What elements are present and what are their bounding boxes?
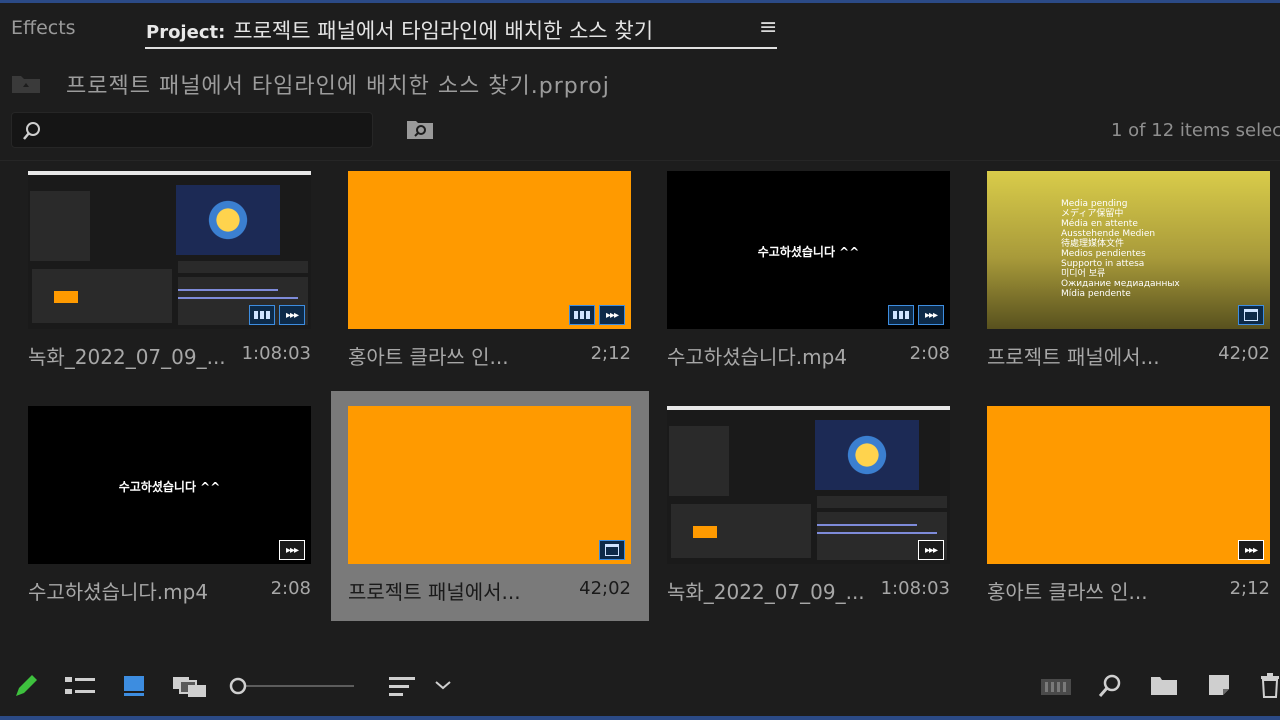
sequence-icon bbox=[599, 540, 625, 560]
audio-track-icon: ▸▸▸ bbox=[279, 305, 305, 325]
item-duration: 2;12 bbox=[1229, 578, 1270, 599]
grid-divider bbox=[0, 160, 1280, 161]
video-track-icon bbox=[569, 305, 595, 325]
item-name[interactable]: 프로젝트 패널에서... bbox=[348, 576, 521, 605]
sequence-icon bbox=[1238, 305, 1264, 325]
item-name[interactable]: 홍아트 클라쓰 인... bbox=[348, 341, 509, 370]
project-item[interactable]: 수고하셨습니다 ^^ ▸▸▸ 수고하셨습니다.mp4 2:08 bbox=[11, 391, 329, 621]
search-bin-icon[interactable] bbox=[406, 118, 434, 140]
item-thumbnail[interactable]: ▸▸▸ bbox=[28, 171, 311, 329]
audio-track-icon: ▸▸▸ bbox=[279, 540, 305, 560]
pencil-icon[interactable] bbox=[12, 672, 40, 700]
item-thumbnail[interactable] bbox=[348, 406, 631, 564]
tab-project[interactable]: Project: 프로젝트 패널에서 타임라인에 배치한 소스 찾기 bbox=[146, 15, 653, 45]
project-item[interactable]: 프로젝트 패널에서... 42;02 bbox=[331, 391, 649, 621]
item-name[interactable]: 녹화_2022_07_09_... bbox=[667, 576, 865, 605]
thumbnail-caption: 수고하셨습니다 ^^ bbox=[118, 480, 221, 494]
audio-track-icon: ▸▸▸ bbox=[599, 305, 625, 325]
video-track-icon bbox=[888, 305, 914, 325]
folder-up-icon[interactable] bbox=[11, 72, 41, 94]
media-type-badges: ▸▸▸ bbox=[279, 540, 305, 560]
new-bin-icon[interactable] bbox=[1150, 674, 1178, 696]
media-pending-line: メディア保留中 bbox=[1061, 209, 1124, 219]
project-items-grid: ▸▸▸ 녹화_2022_07_09_... 1:08:03 ▸▸▸ 홍아트 클라쓰 인.… bbox=[11, 165, 1280, 637]
project-item[interactable]: ▸▸▸ 녹화_2022_07_09_... 1:08:03 bbox=[11, 165, 329, 371]
item-name[interactable]: 수고하셨습니다.mp4 bbox=[28, 576, 208, 605]
item-duration: 1:08:03 bbox=[241, 343, 311, 364]
media-pending-line: Ausstehende Medien bbox=[1061, 229, 1156, 239]
project-item[interactable]: ▸▸▸ 홍아트 클라쓰 인... 2;12 bbox=[970, 391, 1280, 621]
active-tab-underline bbox=[145, 47, 777, 49]
item-duration: 1:08:03 bbox=[880, 578, 950, 599]
list-view-icon[interactable] bbox=[64, 674, 96, 698]
automate-icon[interactable] bbox=[1040, 676, 1072, 698]
item-thumbnail[interactable]: Media pending メディア保留中 Média en attente Auss… bbox=[987, 171, 1270, 329]
project-item[interactable]: ▸▸▸ 녹화_2022_07_09_... 1:08:03 bbox=[650, 391, 968, 621]
sort-icon[interactable] bbox=[388, 674, 416, 698]
item-duration: 42;02 bbox=[579, 578, 631, 599]
audio-track-icon: ▸▸▸ bbox=[918, 305, 944, 325]
icon-view-icon[interactable] bbox=[122, 674, 148, 698]
sort-dropdown-icon[interactable] bbox=[434, 678, 452, 692]
media-type-badges: ▸▸▸ bbox=[249, 305, 305, 325]
audio-track-icon: ▸▸▸ bbox=[1238, 540, 1264, 560]
zoom-slider[interactable] bbox=[228, 676, 356, 696]
tab-project-label: Project: bbox=[146, 22, 226, 43]
selection-count: 1 of 12 items selec bbox=[1111, 120, 1280, 141]
item-duration: 42;02 bbox=[1218, 343, 1270, 364]
item-name[interactable]: 녹화_2022_07_09_... bbox=[28, 341, 226, 370]
item-thumbnail[interactable]: ▸▸▸ bbox=[667, 406, 950, 564]
item-thumbnail[interactable]: 수고하셨습니다 ^^ ▸▸▸ bbox=[667, 171, 950, 329]
item-duration: 2:08 bbox=[270, 578, 311, 599]
project-item[interactable]: 수고하셨습니다 ^^ ▸▸▸ 수고하셨습니다.mp4 2:08 bbox=[650, 165, 968, 371]
media-type-badges bbox=[1238, 305, 1264, 325]
media-type-badges: ▸▸▸ bbox=[569, 305, 625, 325]
media-pending-line: Supporto in attesa bbox=[1061, 259, 1145, 269]
project-toolbar bbox=[0, 660, 1280, 716]
media-pending-line: 待處理媒体文件 bbox=[1061, 239, 1125, 249]
project-file-name: 프로젝트 패널에서 타임라인에 배치한 소스 찾기.prproj bbox=[66, 74, 610, 99]
search-input[interactable] bbox=[11, 112, 373, 148]
media-type-badges: ▸▸▸ bbox=[888, 305, 944, 325]
find-icon[interactable] bbox=[1098, 674, 1122, 698]
trash-icon[interactable] bbox=[1260, 672, 1280, 698]
media-pending-line: Medios pendientes bbox=[1061, 249, 1146, 259]
project-item[interactable]: ▸▸▸ 홍아트 클라쓰 인... 2;12 bbox=[331, 165, 649, 371]
panel-menu-icon[interactable]: ≡ bbox=[759, 15, 777, 40]
media-type-badges bbox=[599, 540, 625, 560]
media-type-badges: ▸▸▸ bbox=[1238, 540, 1264, 560]
panel-tab-bar: Effects Project: 프로젝트 패널에서 타임라인에 배치한 소스 찾… bbox=[0, 3, 1280, 49]
item-duration: 2:08 bbox=[909, 343, 950, 364]
freeform-view-icon[interactable] bbox=[172, 674, 208, 698]
item-thumbnail[interactable]: 수고하셨습니다 ^^ ▸▸▸ bbox=[28, 406, 311, 564]
item-duration: 2;12 bbox=[590, 343, 631, 364]
media-pending-line: 미디어 보류 bbox=[1061, 269, 1106, 279]
window-bottom-accent bbox=[0, 716, 1280, 720]
media-pending-line: Ожидание медиаданных bbox=[1061, 279, 1180, 289]
item-thumbnail[interactable]: ▸▸▸ bbox=[348, 171, 631, 329]
tab-effects[interactable]: Effects bbox=[11, 17, 76, 39]
new-item-icon[interactable] bbox=[1206, 672, 1232, 698]
item-name[interactable]: 수고하셨습니다.mp4 bbox=[667, 341, 847, 370]
media-type-badges: ▸▸▸ bbox=[918, 540, 944, 560]
project-item[interactable]: Media pending メディア保留中 Média en attente Auss… bbox=[970, 165, 1280, 371]
tab-project-title: 프로젝트 패널에서 타임라인에 배치한 소스 찾기 bbox=[233, 19, 654, 43]
item-name[interactable]: 프로젝트 패널에서... bbox=[987, 341, 1160, 370]
media-pending-line: Media pending bbox=[1061, 199, 1128, 209]
video-track-icon bbox=[249, 305, 275, 325]
audio-track-icon: ▸▸▸ bbox=[918, 540, 944, 560]
media-pending-line: Média en attente bbox=[1061, 219, 1138, 229]
thumbnail-caption: 수고하셨습니다 ^^ bbox=[757, 245, 860, 259]
item-thumbnail[interactable]: ▸▸▸ bbox=[987, 406, 1270, 564]
item-name[interactable]: 홍아트 클라쓰 인... bbox=[987, 576, 1148, 605]
media-pending-line: Mídia pendente bbox=[1061, 289, 1131, 299]
project-path-row: 프로젝트 패널에서 타임라인에 배치한 소스 찾기.prproj bbox=[0, 58, 1280, 104]
media-pending-text: Media pending メディア保留中 Média en attente Auss… bbox=[1061, 199, 1180, 299]
search-icon bbox=[23, 122, 40, 140]
